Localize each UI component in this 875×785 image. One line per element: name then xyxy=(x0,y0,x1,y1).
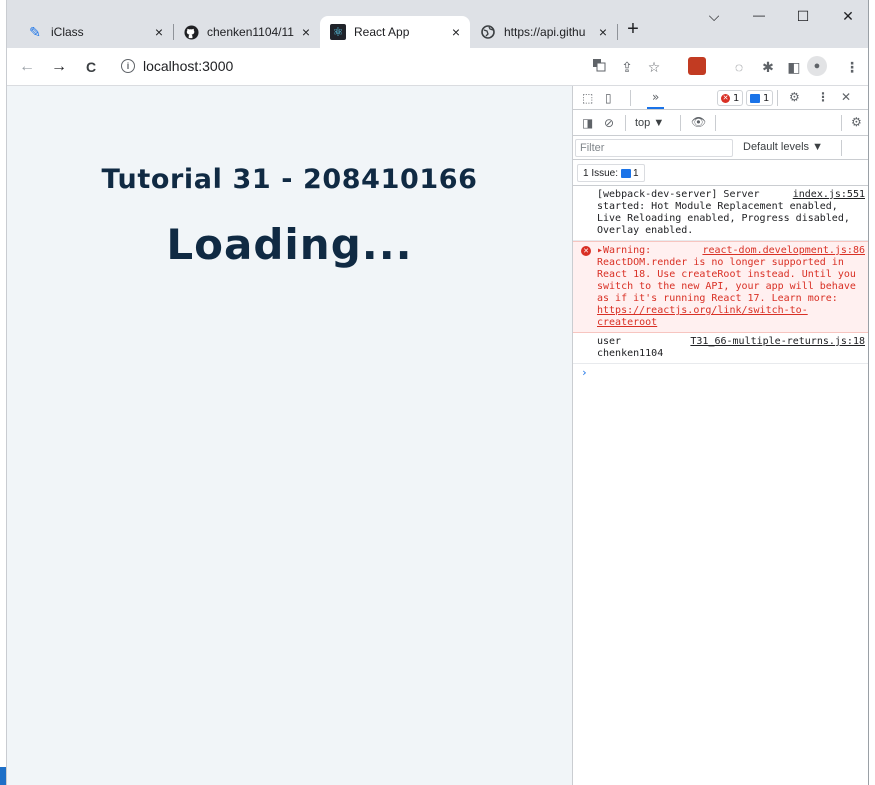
sidebar-toggle-icon[interactable]: ◨ xyxy=(582,116,593,130)
log-levels-dropdown[interactable]: Default levels ▼ xyxy=(743,141,823,153)
browser-toolbar: ← → C i localhost:3000 ⇪ ☆ ◌ ✱ ◧ ⋮ xyxy=(7,48,869,86)
maximize-button[interactable]: ☐ xyxy=(788,8,818,25)
tab-github-api[interactable]: https://api.githu × xyxy=(470,16,618,48)
page-viewport: Tutorial 31 - 208410166 Loading... xyxy=(7,86,572,785)
translate-icon[interactable] xyxy=(589,58,609,76)
desktop-right-edge xyxy=(868,0,875,785)
inspect-element-icon[interactable]: ⬚ xyxy=(582,91,593,105)
page-title: Loading... xyxy=(166,220,413,269)
context-selector[interactable]: top ▼ xyxy=(635,117,664,129)
error-count-badge[interactable]: ✕ 1 xyxy=(717,90,744,106)
close-icon[interactable]: × xyxy=(302,24,310,40)
tab-label: React App xyxy=(354,25,410,39)
divider xyxy=(630,90,631,106)
side-panel-icon[interactable]: ◧ xyxy=(784,58,804,76)
share-icon[interactable]: ⇪ xyxy=(617,58,637,76)
console-settings-gear-icon[interactable]: ⚙ xyxy=(851,115,862,129)
filter-input[interactable]: Filter xyxy=(575,139,733,157)
issues-button[interactable]: 1 Issue: 1 xyxy=(577,164,645,182)
issues-bar: 1 Issue: 1 xyxy=(573,160,869,186)
console-message: T31_66-multiple-returns.js:18 user chenke… xyxy=(573,333,869,364)
site-info-icon[interactable]: i xyxy=(121,59,135,73)
issues-label: 1 Issue: xyxy=(583,167,619,179)
divider xyxy=(680,115,681,131)
console-filter-bar: Filter Default levels ▼ xyxy=(573,136,869,160)
message-source-link[interactable]: index.js:551 xyxy=(793,189,865,201)
settings-gear-icon[interactable]: ⚙ xyxy=(789,90,800,104)
tab-label: https://api.githu xyxy=(504,25,586,39)
live-expression-eye-icon[interactable]: 👁 xyxy=(691,115,706,129)
error-count: 1 xyxy=(733,92,740,104)
tab-iclass[interactable]: ✎ iClass × xyxy=(13,16,174,48)
menu-kebab-icon[interactable]: ⋮ xyxy=(842,58,862,76)
extension-timer-icon[interactable]: ◌ xyxy=(729,58,749,76)
close-window-button[interactable]: ✕ xyxy=(833,8,863,25)
close-devtools-icon[interactable]: ✕ xyxy=(841,90,851,104)
console-messages: index.js:551 [webpack-dev-server] Server … xyxy=(573,186,869,381)
message-source-link[interactable]: T31_66-multiple-returns.js:18 xyxy=(690,336,865,348)
tab-separator xyxy=(617,24,618,40)
close-icon[interactable]: × xyxy=(599,24,607,40)
close-icon[interactable]: × xyxy=(452,24,460,40)
customize-menu-icon[interactable]: ⋮ xyxy=(817,90,829,104)
divider xyxy=(841,115,842,131)
bookmark-star-icon[interactable]: ☆ xyxy=(644,58,664,76)
back-button[interactable]: ← xyxy=(17,58,37,76)
info-count-badge[interactable]: 1 xyxy=(746,90,774,106)
tab-strip: ✎ iClass × chenken1104/11 × ⚛ React App … xyxy=(7,0,869,48)
tab-label: chenken1104/11 xyxy=(207,25,294,39)
reload-button[interactable]: C xyxy=(81,58,101,76)
react-icon: ⚛ xyxy=(330,24,346,40)
message-icon xyxy=(750,93,760,103)
clear-console-icon[interactable]: ⊘ xyxy=(604,116,614,130)
error-icon: ✕ xyxy=(721,93,730,103)
message-text: user chenken1104 xyxy=(597,336,664,359)
page-subtitle: Tutorial 31 - 208410166 xyxy=(101,164,478,195)
tab-label: iClass xyxy=(51,25,84,39)
divider xyxy=(841,140,842,156)
github-icon xyxy=(183,24,199,40)
tab-search-icon[interactable]: ⌵ xyxy=(699,8,729,25)
console-toolbar: ◨ ⊘ top ▼ 👁 ⚙ xyxy=(573,110,869,136)
extensions-puzzle-icon[interactable]: ✱ xyxy=(758,58,778,76)
learn-more-link[interactable]: https://reactjs.org/link/switch-to-creat… xyxy=(597,305,808,328)
info-count: 1 xyxy=(763,92,770,104)
tab-react-app[interactable]: ⚛ React App × xyxy=(320,16,470,48)
divider xyxy=(777,90,778,106)
minimize-button[interactable]: — xyxy=(744,8,774,22)
new-tab-button[interactable]: + xyxy=(621,18,645,41)
device-toolbar-icon[interactable]: ▯ xyxy=(605,91,612,105)
issue-message-icon xyxy=(621,168,632,178)
console-warning: ✕ react-dom.development.js:86 ▸Warning: Re… xyxy=(573,241,869,333)
extension-red-icon[interactable] xyxy=(688,57,706,75)
iclass-icon: ✎ xyxy=(29,23,41,40)
devtools-panel: ⬚ ▯ » ✕ 1 1 ⚙ ⋮ ✕ ◨ ⊘ top ▼ 👁 ⚙ Filter D… xyxy=(572,86,869,785)
address-bar[interactable]: i localhost:3000 xyxy=(107,52,577,80)
error-icon: ✕ xyxy=(581,246,591,256)
message-source-link[interactable]: react-dom.development.js:86 xyxy=(702,245,865,257)
browser-window: ✎ iClass × chenken1104/11 × ⚛ React App … xyxy=(6,0,869,785)
profile-avatar-icon[interactable]: ● xyxy=(807,56,827,76)
close-icon[interactable]: × xyxy=(155,24,163,40)
divider xyxy=(715,115,716,131)
tab-github[interactable]: chenken1104/11 × xyxy=(173,16,320,48)
more-tabs-button[interactable]: » xyxy=(647,90,665,109)
divider xyxy=(625,115,626,131)
address-text: localhost:3000 xyxy=(143,58,234,74)
globe-icon xyxy=(480,24,496,40)
console-prompt[interactable]: › xyxy=(573,364,869,381)
forward-button[interactable]: → xyxy=(49,58,69,76)
console-message: index.js:551 [webpack-dev-server] Server … xyxy=(573,186,869,241)
devtools-main-toolbar: ⬚ ▯ » ✕ 1 1 ⚙ ⋮ ✕ xyxy=(573,86,869,110)
issues-count: 1 xyxy=(633,167,639,179)
